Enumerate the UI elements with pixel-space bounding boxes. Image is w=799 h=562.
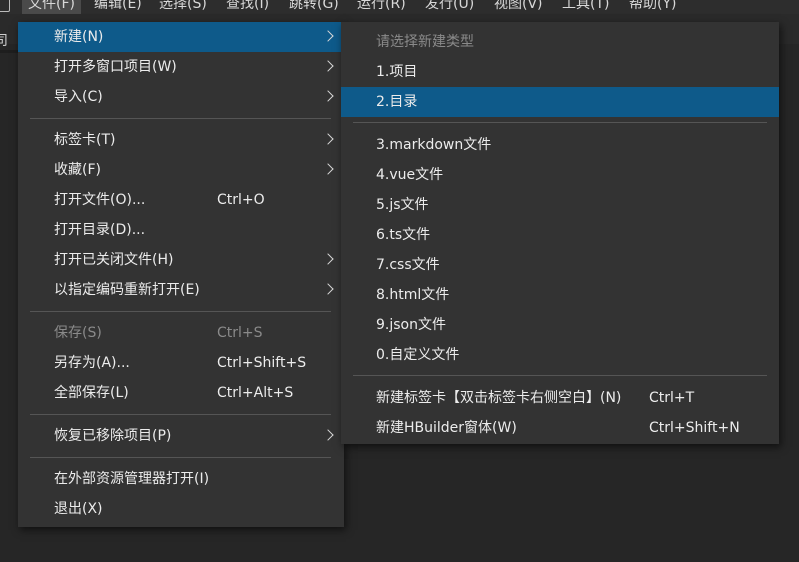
menu-item-label: 9.json文件: [376, 317, 446, 333]
menu-item-label: 在外部资源管理器打开(I): [54, 471, 210, 487]
menu-item-label: 7.css文件: [376, 257, 440, 273]
menu-item-label: 打开目录(D)...: [54, 222, 146, 238]
menu-item-shortcut: Ctrl+T: [649, 390, 695, 406]
new-item-directory[interactable]: 2.目录: [341, 87, 779, 117]
menu-separator: [30, 414, 331, 415]
new-item-json[interactable]: 9.json文件: [341, 310, 779, 340]
menu-item-shortcut: Ctrl+O: [217, 192, 265, 208]
menu-item-label: 8.html文件: [376, 287, 450, 303]
menu-item-shortcut: Ctrl+Shift+S: [217, 355, 307, 371]
menu-item-label: 收藏(F): [54, 162, 101, 178]
new-item-css[interactable]: 7.css文件: [341, 250, 779, 280]
menu-item-label: 标签卡(T): [54, 132, 116, 148]
menu-item-label: 退出(X): [54, 501, 103, 517]
file-menu-save-as[interactable]: 另存为(A)... Ctrl+Shift+S: [18, 348, 344, 378]
file-menu-open-multi-window[interactable]: 打开多窗口项目(W): [18, 52, 344, 82]
menu-separator: [353, 122, 767, 123]
app-icon: [0, 0, 10, 12]
menu-edit[interactable]: 编辑(E): [88, 0, 148, 14]
menu-item-label: 6.ts文件: [376, 227, 431, 243]
menu-item-label: 全部保存(L): [54, 385, 129, 401]
chevron-right-icon: [322, 283, 334, 295]
file-menu-reopen-encoding[interactable]: 以指定编码重新打开(E): [18, 275, 344, 305]
new-item-vue[interactable]: 4.vue文件: [341, 160, 779, 190]
menu-item-label: 导入(C): [54, 89, 103, 105]
new-item-window[interactable]: 新建HBuilder窗体(W) Ctrl+Shift+N: [341, 413, 779, 443]
chevron-right-icon: [322, 30, 334, 42]
menu-item-shortcut: Ctrl+Shift+N: [649, 420, 740, 436]
menu-item-label: 以指定编码重新打开(E): [54, 282, 200, 298]
chevron-right-icon: [322, 90, 334, 102]
new-item-markdown[interactable]: 3.markdown文件: [341, 130, 779, 160]
menu-run[interactable]: 运行(R): [351, 0, 412, 14]
file-menu-import[interactable]: 导入(C): [18, 82, 344, 112]
menu-item-label: 新建标签卡【双击标签卡右侧空白】(N): [376, 390, 622, 406]
file-menu-save[interactable]: 保存(S) Ctrl+S: [18, 318, 344, 348]
new-item-tab[interactable]: 新建标签卡【双击标签卡右侧空白】(N) Ctrl+T: [341, 383, 779, 413]
menu-item-label: 1.项目: [376, 64, 418, 80]
new-submenu: 请选择新建类型 1.项目 2.目录 3.markdown文件 4.vue文件 5…: [341, 22, 779, 444]
menu-item-label: 0.自定义文件: [376, 347, 460, 363]
file-menu-open-file[interactable]: 打开文件(O)... Ctrl+O: [18, 185, 344, 215]
chevron-right-icon: [322, 133, 334, 145]
menu-item-label: 打开已关闭文件(H): [54, 252, 174, 268]
menu-goto[interactable]: 跳转(G): [283, 0, 345, 14]
new-item-js[interactable]: 5.js文件: [341, 190, 779, 220]
menu-find[interactable]: 查找(I): [220, 0, 275, 14]
menu-publish[interactable]: 发行(U): [419, 0, 480, 14]
menu-separator: [30, 311, 331, 312]
menu-item-label: 打开文件(O)...: [54, 192, 146, 208]
menu-item-label: 2.目录: [376, 94, 418, 110]
menu-item-label: 保存(S): [54, 325, 102, 341]
chevron-right-icon: [322, 429, 334, 441]
menu-item-label: 4.vue文件: [376, 167, 444, 183]
new-item-project[interactable]: 1.项目: [341, 57, 779, 87]
file-menu-save-all[interactable]: 全部保存(L) Ctrl+Alt+S: [18, 378, 344, 408]
file-menu-exit[interactable]: 退出(X): [18, 494, 344, 524]
chevron-right-icon: [322, 60, 334, 72]
chevron-right-icon: [322, 163, 334, 175]
menu-help[interactable]: 帮助(Y): [623, 0, 682, 14]
menu-view[interactable]: 视图(V): [488, 0, 549, 14]
menu-bar: 文件(F) 编辑(E) 选择(S) 查找(I) 跳转(G) 运行(R) 发行(U…: [0, 0, 799, 14]
file-menu-restore-removed[interactable]: 恢复已移除项目(P): [18, 421, 344, 451]
menu-item-label: 3.markdown文件: [376, 137, 492, 153]
editor-edge: [0, 50, 18, 53]
file-menu-favorites[interactable]: 收藏(F): [18, 155, 344, 185]
file-menu-open-closed[interactable]: 打开已关闭文件(H): [18, 245, 344, 275]
hbuilder-window: 文件(F) 编辑(E) 选择(S) 查找(I) 跳转(G) 运行(R) 发行(U…: [0, 0, 799, 562]
file-menu-new[interactable]: 新建(N): [18, 22, 344, 52]
menu-item-label: 恢复已移除项目(P): [54, 428, 172, 444]
new-item-custom[interactable]: 0.自定义文件: [341, 340, 779, 370]
menu-select[interactable]: 选择(S): [153, 0, 213, 14]
file-menu-open-dir[interactable]: 打开目录(D)...: [18, 215, 344, 245]
menu-item-shortcut: Ctrl+Alt+S: [217, 385, 294, 401]
menu-item-label: 打开多窗口项目(W): [54, 59, 177, 75]
menu-separator: [30, 457, 331, 458]
menu-item-label: 5.js文件: [376, 197, 429, 213]
menu-separator: [30, 118, 331, 119]
menu-item-label: 新建(N): [54, 29, 104, 45]
new-item-html[interactable]: 8.html文件: [341, 280, 779, 310]
menu-item-shortcut: Ctrl+S: [217, 325, 263, 341]
menu-item-label: 新建HBuilder窗体(W): [376, 420, 517, 436]
chevron-right-icon: [322, 253, 334, 265]
tab-fragment[interactable]: 司: [0, 30, 8, 50]
file-menu: 新建(N) 打开多窗口项目(W) 导入(C) 标签卡(T) 收藏(F) 打开文件…: [18, 22, 344, 527]
menu-item-label: 另存为(A)...: [54, 355, 130, 371]
menu-file[interactable]: 文件(F): [22, 0, 81, 14]
new-item-ts[interactable]: 6.ts文件: [341, 220, 779, 250]
file-menu-open-explorer[interactable]: 在外部资源管理器打开(I): [18, 464, 344, 494]
menu-separator: [353, 375, 767, 376]
submenu-header-label: 请选择新建类型: [376, 34, 474, 50]
menu-tools[interactable]: 工具(T): [556, 0, 615, 14]
submenu-header: 请选择新建类型: [341, 27, 779, 57]
file-menu-tabs[interactable]: 标签卡(T): [18, 125, 344, 155]
